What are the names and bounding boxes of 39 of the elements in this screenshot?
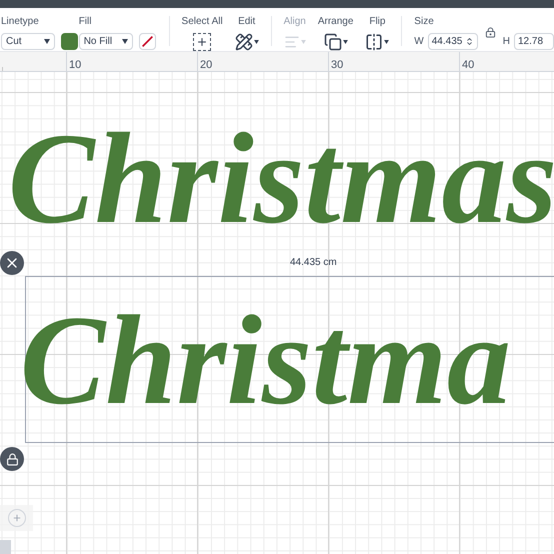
fill-label: Fill [78, 15, 92, 29]
width-label: W [414, 35, 424, 49]
fill-dropdown[interactable]: No Fill [78, 33, 133, 50]
no-fill-swatch[interactable] [138, 33, 156, 50]
ruler-label: 20 [200, 59, 212, 71]
width-field[interactable]: 44.435 [428, 33, 478, 50]
lock-icon [6, 452, 18, 466]
height-field[interactable]: 12.78 [514, 33, 554, 50]
caret-icon [44, 39, 50, 44]
scrollbar-thumb[interactable] [0, 540, 11, 554]
toolbar-tool[interactable]: Select All [176, 14, 229, 51]
caret-icon [384, 40, 390, 44]
caret-icon [300, 40, 306, 44]
caret-icon [254, 40, 259, 44]
toolbar-tool[interactable]: Edit [228, 14, 265, 51]
selection-box[interactable]: Christma [25, 276, 554, 443]
toolbar-tool[interactable]: Flip [359, 14, 396, 51]
close-button[interactable] [0, 251, 24, 275]
plus-icon [196, 36, 208, 48]
pencil-ruler-icon [234, 33, 253, 51]
linetype-dropdown[interactable]: Cut [1, 33, 55, 50]
plus-icon [12, 513, 22, 523]
ruler-label: 10 [69, 59, 82, 71]
arrange-icon [324, 33, 342, 51]
dimension-label: 44.435 cm [290, 258, 337, 268]
size-label: Size [414, 15, 435, 29]
spinner-icon [464, 37, 474, 46]
toolbar-tool[interactable]: Arrange [312, 14, 360, 51]
align-icon [284, 34, 300, 50]
caret-icon [342, 40, 348, 44]
lock-button[interactable] [0, 447, 24, 471]
lock-icon[interactable] [484, 27, 496, 38]
flip-icon [365, 33, 384, 51]
height-label: H [502, 35, 510, 49]
linetype-label: Linetype [1, 15, 40, 29]
color-swatch[interactable] [61, 33, 78, 50]
ruler-label: 30 [331, 59, 344, 71]
ruler-label: 40 [462, 59, 474, 71]
caret-icon [122, 39, 128, 44]
